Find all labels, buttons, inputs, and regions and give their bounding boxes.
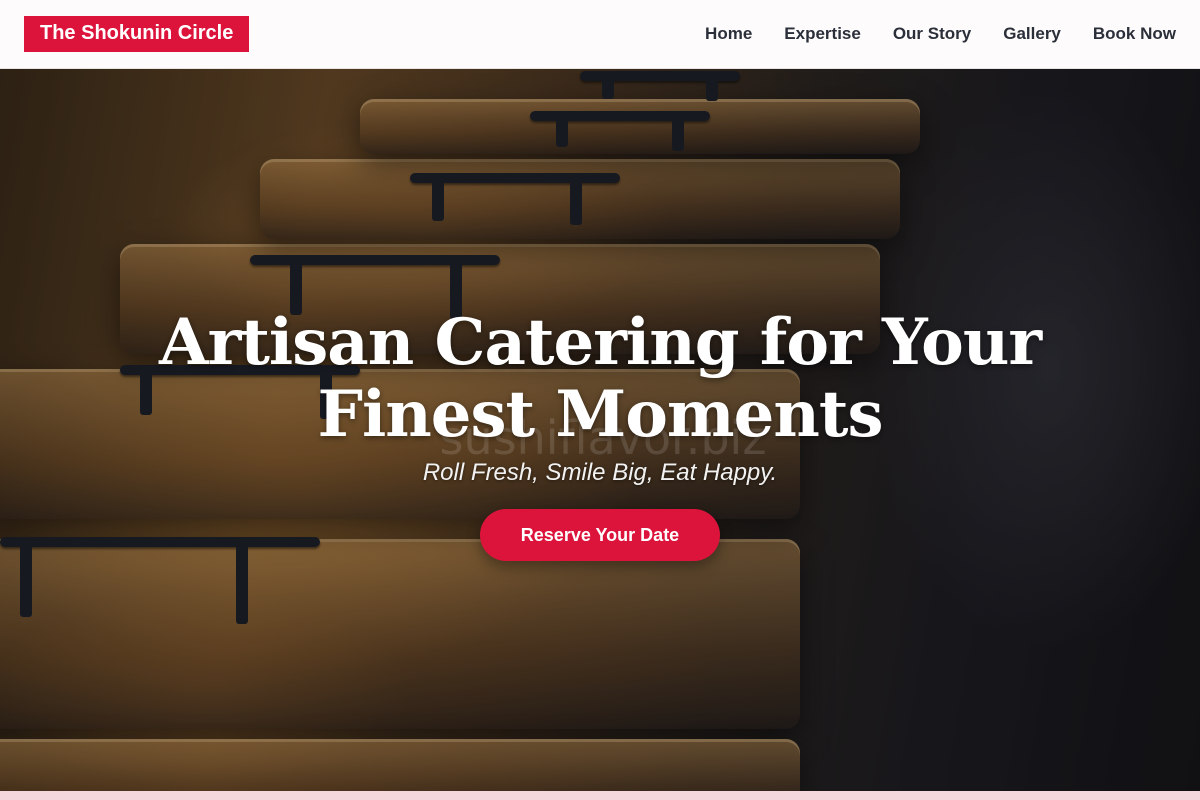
nav-gallery-link[interactable]: Gallery xyxy=(1003,24,1061,44)
nav-expertise-link[interactable]: Expertise xyxy=(784,24,861,44)
hero-content: Artisan Catering for Your Finest Moments… xyxy=(0,69,1200,791)
hero-subtitle: Roll Fresh, Smile Big, Eat Happy. xyxy=(422,459,778,486)
site-header: The Shokunin Circle Home Expertise Our S… xyxy=(0,0,1200,69)
nav-our-story-link[interactable]: Our Story xyxy=(893,24,971,44)
nav-book-now-link[interactable]: Book Now xyxy=(1093,24,1176,44)
next-section-edge xyxy=(0,791,1200,800)
brand-logo[interactable]: The Shokunin Circle xyxy=(24,16,250,52)
main-nav: Home Expertise Our Story Gallery Book No… xyxy=(673,24,1176,44)
reserve-date-button[interactable]: Reserve Your Date xyxy=(480,509,720,561)
hero-title: Artisan Catering for Your Finest Moments xyxy=(158,305,1042,452)
nav-home-link[interactable]: Home xyxy=(705,24,752,44)
hero-section: sushiflavor.biz Artisan Catering for You… xyxy=(0,69,1200,791)
